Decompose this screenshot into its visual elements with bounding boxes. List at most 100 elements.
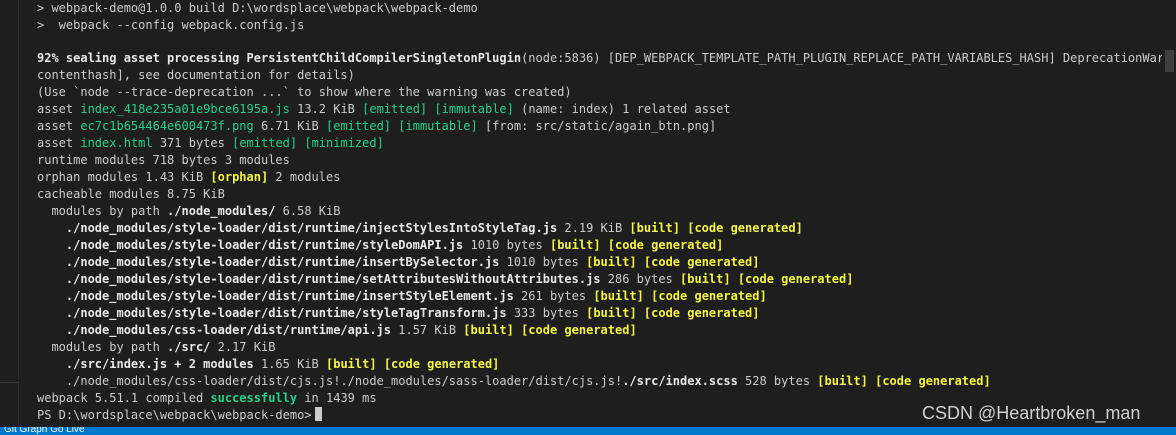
- terminal-text-segment: ./node_modules/: [167, 204, 276, 218]
- terminal-text-segment: [code generated]: [651, 289, 767, 303]
- terminal-text-segment: asset: [37, 119, 81, 133]
- terminal-text-segment: index.html: [80, 136, 153, 150]
- terminal-text-segment: modules by path: [37, 204, 168, 218]
- terminal-scrollbar-thumb[interactable]: [1165, 50, 1174, 72]
- terminal-text-segment: [built]: [593, 289, 644, 303]
- terminal-text-segment: 371 bytes: [152, 136, 233, 150]
- terminal-line: > webpack-demo@1.0.0 build D:\wordsplace…: [37, 0, 1162, 17]
- terminal-text-segment: [code generated]: [643, 255, 760, 269]
- terminal-text-segment: ./node_modules/style-loader/dist/runtime…: [37, 255, 500, 269]
- terminal-line: ./node_modules/style-loader/dist/runtime…: [37, 271, 1162, 288]
- terminal-text-segment: asset: [37, 102, 81, 116]
- terminal-line: (Use `node --trace-deprecation ...` to s…: [37, 84, 1162, 101]
- terminal-text-segment: ec7c1b654464e600473f.png: [80, 119, 254, 133]
- terminal-text-segment: > webpack-demo@1.0.0 build D:\wordsplace…: [37, 1, 478, 15]
- terminal-line: modules by path ./node_modules/ 6.58 KiB: [37, 203, 1162, 220]
- terminal-text-segment: 1010 bytes: [463, 238, 550, 252]
- terminal-text-segment: 286 bytes: [600, 272, 681, 286]
- terminal-text-segment: PS D:\wordsplace\webpack\webpack-demo>: [37, 408, 312, 422]
- terminal-text-segment: [code generated]: [875, 374, 991, 388]
- terminal-text-segment: 13.2 KiB: [289, 102, 363, 116]
- terminal-text-segment: [code generated]: [643, 306, 760, 320]
- terminal-line: 92% sealing asset processing PersistentC…: [37, 50, 1162, 67]
- terminal-text-segment: ./node_modules/css-loader/dist/runtime/a…: [37, 323, 392, 337]
- terminal-line: ./node_modules/style-loader/dist/runtime…: [37, 220, 1162, 237]
- terminal-text-segment: > webpack --config webpack.config.js: [37, 18, 305, 32]
- terminal-text-segment: [orphan]: [210, 170, 269, 184]
- terminal-text-segment: 261 bytes: [513, 289, 594, 303]
- terminal-text-segment: ./node_modules/style-loader/dist/runtime…: [37, 238, 464, 252]
- terminal-text-segment: [minimized]: [304, 136, 384, 150]
- terminal-text-segment: [immutable]: [434, 102, 514, 116]
- terminal-text-segment: [built]: [817, 374, 868, 388]
- terminal-text-segment: in 1439 ms: [297, 391, 377, 405]
- terminal-text-segment: [emitted]: [362, 102, 428, 116]
- terminal-text-segment: [code generated]: [737, 272, 854, 286]
- terminal-line: contenthash], see documentation for deta…: [37, 67, 1162, 84]
- terminal-text-segment: ./node_modules/style-loader/dist/runtime…: [37, 221, 558, 235]
- terminal-text-segment: 6.58 KiB: [275, 204, 341, 218]
- terminal-line: ./node_modules/css-loader/dist/runtime/a…: [37, 322, 1162, 339]
- terminal-text-segment: webpack 5.51.1 compiled: [37, 391, 211, 405]
- terminal-text-segment: ./node_modules/css-loader/dist/cjs.js!./…: [37, 374, 623, 388]
- terminal-line: runtime modules 718 bytes 3 modules: [37, 152, 1162, 169]
- terminal-text-segment: [emitted]: [232, 136, 298, 150]
- terminal-text-segment: ./src/index.js + 2 modules: [37, 357, 254, 371]
- terminal-text-segment: [built]: [680, 272, 731, 286]
- terminal-text-segment: ./src/index.scss: [622, 374, 738, 388]
- terminal-text-segment: 92% sealing asset processing PersistentC…: [37, 51, 522, 65]
- terminal-cursor: [314, 407, 322, 421]
- terminal-text-segment: [built]: [326, 357, 377, 371]
- terminal-text-segment: index_418e235a01e9bce6195a.js: [80, 102, 290, 116]
- terminal-text-segment: ./node_modules/style-loader/dist/runtime…: [37, 272, 601, 286]
- terminal-text-segment: 2.17 KiB: [210, 340, 276, 354]
- terminal-text-segment: 2.19 KiB: [557, 221, 630, 235]
- status-bar-text[interactable]: Git Graph Go Live: [4, 427, 85, 435]
- editor-gutter: [0, 0, 19, 427]
- terminal-line: ./node_modules/style-loader/dist/runtime…: [37, 288, 1162, 305]
- terminal-line: cacheable modules 8.75 KiB: [37, 186, 1162, 203]
- terminal-text-segment: ./src/: [167, 340, 211, 354]
- terminal-text-segment: [built]: [586, 255, 637, 269]
- terminal-line: ./node_modules/style-loader/dist/runtime…: [37, 305, 1162, 322]
- terminal-text-segment: 2 modules: [268, 170, 341, 184]
- terminal-line: ./node_modules/style-loader/dist/runtime…: [37, 237, 1162, 254]
- terminal-text-segment: [code generated]: [383, 357, 500, 371]
- terminal-text-segment: (name: index) 1 related asset: [513, 102, 731, 116]
- terminal-text-segment: 528 bytes: [737, 374, 818, 388]
- terminal-text-segment: modules by path: [37, 340, 168, 354]
- terminal-line: asset index.html 371 bytes [emitted] [mi…: [37, 135, 1162, 152]
- terminal-text-segment: successfully: [210, 391, 298, 405]
- status-bar: Git Graph Go Live: [0, 427, 1176, 435]
- terminal-text-segment: [built]: [549, 238, 601, 252]
- terminal-text-segment: [built]: [586, 306, 637, 320]
- terminal-text-segment: [emitted]: [326, 119, 392, 133]
- terminal-text-segment: 1010 bytes: [499, 255, 587, 269]
- terminal-line: asset ec7c1b654464e600473f.png 6.71 KiB …: [37, 118, 1162, 135]
- terminal-text-segment: contenthash], see documentation for deta…: [37, 68, 355, 82]
- terminal-line: ./node_modules/css-loader/dist/cjs.js!./…: [37, 373, 1162, 390]
- terminal-line: ./node_modules/style-loader/dist/runtime…: [37, 254, 1162, 271]
- terminal-text-segment: [code generated]: [687, 221, 803, 235]
- terminal-text-segment: (Use `node --trace-deprecation ...` to s…: [37, 85, 572, 99]
- terminal-text-segment: [built]: [463, 323, 514, 337]
- terminal-text-segment: ./node_modules/style-loader/dist/runtime…: [37, 289, 514, 303]
- terminal-text-segment: 6.71 KiB: [253, 119, 326, 133]
- terminal-output[interactable]: > webpack-demo@1.0.0 build D:\wordsplace…: [37, 0, 1162, 427]
- gutter-divider: [0, 382, 18, 383]
- terminal-text-segment: 1.65 KiB: [253, 357, 326, 371]
- terminal-text-segment: ./node_modules/style-loader/dist/runtime…: [37, 306, 507, 320]
- terminal-text-segment: (node:5836) [DEP_WEBPACK_TEMPLATE_PATH_P…: [521, 51, 1162, 65]
- terminal-text-segment: runtime modules 718 bytes 3 modules: [37, 153, 290, 167]
- terminal-text-segment: [immutable]: [398, 119, 478, 133]
- terminal-text-segment: asset: [37, 136, 81, 150]
- terminal-line: > webpack --config webpack.config.js: [37, 17, 1162, 34]
